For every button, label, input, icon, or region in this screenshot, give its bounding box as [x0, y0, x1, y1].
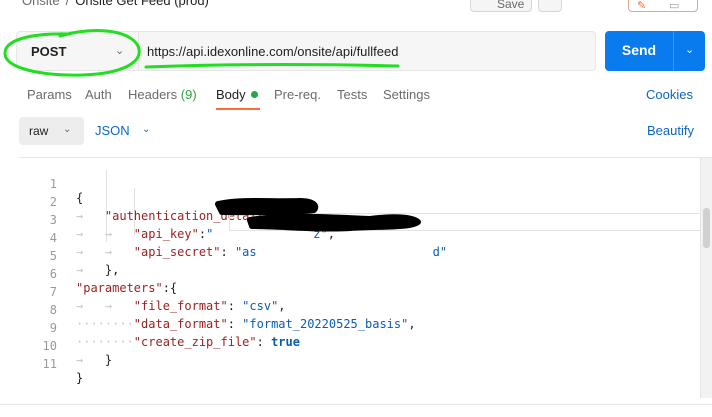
- top-bar: Onsite / Onsite Get Feed (prod) Save ✎ ▭: [0, 0, 712, 18]
- code-line: 9 ········"create_zip_file": true: [19, 307, 699, 349]
- active-tab-underline: [216, 108, 260, 110]
- code-line: 8 ········"data_format": "format_2022052…: [19, 289, 699, 331]
- send-button[interactable]: Send ⌄: [605, 31, 705, 71]
- save-label: Save: [497, 0, 525, 11]
- panel-divider: [0, 404, 712, 405]
- tab-tests[interactable]: Tests: [337, 87, 367, 102]
- body-indicator-dot: [250, 91, 258, 98]
- chevron-down-icon: ⌄: [115, 45, 125, 57]
- chevron-down-icon[interactable]: ⌄: [685, 43, 694, 56]
- pencil-icon[interactable]: ✎: [637, 0, 646, 12]
- send-divider: [673, 31, 674, 71]
- headers-count-badge: (9): [180, 87, 197, 102]
- tab-prereq[interactable]: Pre-req.: [274, 87, 321, 102]
- line-number: 11: [42, 357, 57, 371]
- editor-scrollbar[interactable]: [700, 158, 712, 398]
- code-editor[interactable]: 1 { 2 → "authentication_details":{ 3 → →…: [19, 157, 712, 397]
- breadcrumb: Onsite / Onsite Get Feed (prod): [22, 0, 209, 8]
- chevron-down-icon: ⌄: [63, 124, 72, 135]
- code-line: 5 → },: [19, 235, 699, 277]
- code-line: 6 "parameters":{: [19, 253, 699, 295]
- code-text: }: [76, 371, 84, 385]
- comment-icon[interactable]: ▭: [669, 0, 679, 12]
- tab-body[interactable]: Body: [216, 87, 258, 102]
- language-select[interactable]: JSON: [95, 123, 130, 138]
- tab-settings[interactable]: Settings: [383, 87, 430, 102]
- save-options-button[interactable]: [538, 0, 562, 12]
- code-line: 1 {: [19, 163, 699, 205]
- tab-auth[interactable]: Auth: [85, 87, 112, 102]
- code-line: 2 → "authentication_details":{: [19, 181, 699, 223]
- code-line: 10 → }: [19, 325, 699, 367]
- chevron-down-icon[interactable]: ⌄: [142, 124, 150, 135]
- url-input[interactable]: https://api.idexonline.com/onsite/api/fu…: [147, 44, 399, 59]
- send-label: Send: [621, 42, 657, 58]
- request-bar: POST ⌄ https://api.idexonline.com/onsite…: [16, 31, 596, 71]
- breadcrumb-collection[interactable]: Onsite: [22, 0, 60, 8]
- body-mode-label: raw: [29, 124, 49, 138]
- method-label: POST: [31, 44, 67, 59]
- body-mode-select[interactable]: raw ⌄: [19, 117, 84, 145]
- breadcrumb-separator: /: [65, 0, 70, 8]
- scrollbar-thumb[interactable]: [703, 208, 710, 248]
- tab-params[interactable]: Params: [27, 87, 72, 102]
- beautify-link[interactable]: Beautify: [647, 123, 694, 138]
- edit-comment-group: ✎ ▭: [628, 0, 698, 12]
- selection-highlight: [229, 213, 701, 231]
- cookies-link[interactable]: Cookies: [646, 87, 693, 102]
- save-button[interactable]: Save: [470, 0, 532, 12]
- method-select[interactable]: POST ⌄: [17, 32, 139, 70]
- code-line: 11 }: [19, 343, 699, 385]
- code-line: 7 → → "file_format": "csv",: [19, 271, 699, 313]
- tab-body-label: Body: [216, 87, 246, 102]
- breadcrumb-request[interactable]: Onsite Get Feed (prod): [75, 0, 209, 8]
- tab-headers[interactable]: Headers (9): [128, 87, 197, 102]
- tab-headers-label: Headers: [128, 87, 178, 102]
